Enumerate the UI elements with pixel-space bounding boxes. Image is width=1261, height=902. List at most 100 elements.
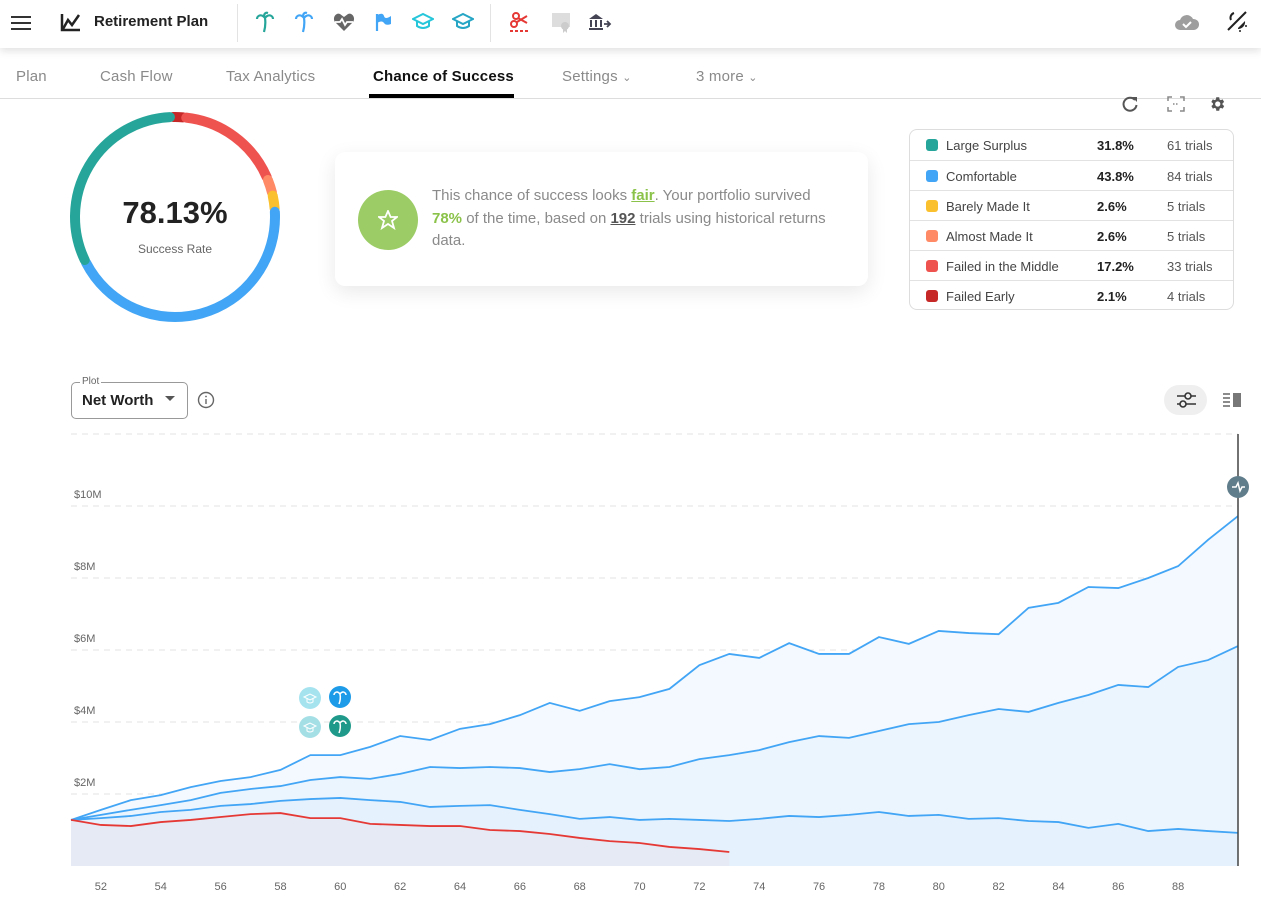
y-tick-label: $10M [74,489,102,501]
x-tick-label: 62 [394,881,406,893]
x-tick-label: 84 [1052,881,1064,893]
color-swatch [926,290,938,302]
graduation-cap-icon[interactable] [299,716,321,738]
x-tick-label: 68 [574,881,586,893]
outcome-name: Barely Made It [946,199,1030,214]
outcome-name: Large Surplus [946,138,1027,153]
tab-plan[interactable]: Plan [16,68,47,85]
x-tick-label: 76 [813,881,825,893]
x-tick-label: 70 [633,881,645,893]
color-swatch [926,260,938,272]
tab-more[interactable]: 3 more ⌄ [696,68,758,85]
graduation-cap-icon[interactable] [411,10,435,34]
outcome-name: Comfortable [946,169,1017,184]
x-tick-label: 58 [274,881,286,893]
fullscreen-icon[interactable] [1166,94,1186,114]
plot-select-value: Net Worth [82,392,154,409]
palm-tree-icon[interactable] [293,10,315,34]
cloud-check-icon[interactable] [1174,10,1200,34]
x-tick-label: 74 [753,881,765,893]
tab-settings[interactable]: Settings ⌄ [562,68,632,85]
donut-segment [181,112,272,183]
color-swatch [926,170,938,182]
heartbeat-icon[interactable] [1227,476,1249,498]
chevron-down-icon: ⌄ [748,72,758,84]
y-tick-label: $2M [74,777,95,789]
tab-tax-analytics[interactable]: Tax Analytics [226,68,315,85]
color-swatch [926,139,938,151]
chart-logo-icon [59,11,83,33]
outcome-trials: 61 trials [1167,138,1213,153]
y-tick-label: $8M [74,561,95,573]
outcome-name: Failed Early [946,289,1015,304]
tab-settings-label: Settings [562,68,618,85]
plot-select-label: Plot [80,376,102,387]
info-icon[interactable] [196,390,216,410]
outcome-name: Almost Made It [946,229,1033,244]
chevron-down-icon: ⌄ [622,72,632,84]
legend-panel-icon[interactable] [1221,389,1243,411]
x-tick-label: 64 [454,881,466,893]
theme-toggle-icon[interactable] [1224,8,1250,34]
survival-percent: 78% [432,209,463,227]
outcome-row: Failed Early 2.1% 4 trials [910,280,1233,309]
tab-chance-of-success[interactable]: Chance of Success [373,68,514,85]
trial-count-link[interactable]: 192 [610,210,635,227]
chart-options-button[interactable] [1164,385,1207,415]
caret-down-icon [165,396,175,401]
x-tick-label: 54 [155,881,167,893]
x-tick-label: 86 [1112,881,1124,893]
y-tick-label: $4M [74,705,95,717]
outcome-row: Almost Made It 2.6% 5 trials [910,220,1233,250]
active-tab-indicator [369,94,514,98]
certificate-icon[interactable] [549,10,573,34]
star-badge-icon [358,190,418,250]
outcome-percent: 43.8% [1097,169,1134,184]
tab-bar: Plan Cash Flow Tax Analytics Chance of S… [0,48,1261,99]
refresh-icon[interactable] [1120,94,1140,114]
outcome-percent: 2.6% [1097,199,1127,214]
x-tick-label: 72 [693,881,705,893]
outcome-trials: 5 trials [1167,199,1206,214]
outcome-trials: 5 trials [1167,229,1206,244]
app-title: Retirement Plan [94,13,209,30]
plot-select[interactable]: Plot Net Worth [71,376,188,419]
x-tick-label: 88 [1172,881,1184,893]
scissors-icon[interactable] [508,10,532,34]
flag-icon[interactable] [372,10,394,34]
outcome-row: Large Surplus 31.8% 61 trials [910,130,1233,160]
palm-tree-icon[interactable] [254,10,276,34]
net-worth-chart: $2M $4M $6M $8M $10M 52 54 56 58 60 62 64 66 68 70 72 74… [70,433,1249,893]
graduation-cap-icon[interactable] [299,687,321,709]
color-swatch [926,230,938,242]
success-rate-label: Success Rate [137,242,213,256]
x-tick-label: 82 [992,881,1004,893]
outcome-table: Large Surplus 31.8% 61 trials Comfortable 43… [909,129,1234,310]
outcome-row: Comfortable 43.8% 84 trials [910,160,1233,190]
color-swatch [926,200,938,212]
y-tick-label: $6M [74,633,95,645]
graduation-cap-icon[interactable] [451,10,475,34]
donut-segment [70,112,175,265]
outcome-percent: 2.1% [1097,289,1127,304]
tab-cash-flow[interactable]: Cash Flow [100,68,173,85]
bank-transfer-icon[interactable] [588,10,612,34]
outcome-row: Failed in the Middle 17.2% 33 trials [910,250,1233,280]
outcome-row: Barely Made It 2.6% 5 trials [910,190,1233,220]
outcome-percent: 17.2% [1097,259,1134,274]
donut-segment [262,175,277,198]
outcome-name: Failed in the Middle [946,259,1059,274]
x-tick-label: 66 [514,881,526,893]
x-tick-label: 80 [933,881,945,893]
heartbeat-icon[interactable] [332,10,356,34]
rating: fair [631,187,655,204]
gear-icon[interactable] [1207,94,1227,114]
success-rate-value: 78.13% [122,195,228,230]
success-summary-card: This chance of success looks fair. Your … [335,152,868,286]
x-tick-label: 78 [873,881,885,893]
outcome-trials: 4 trials [1167,289,1206,304]
x-tick-label: 56 [214,881,226,893]
menu-icon[interactable] [10,12,32,34]
top-app-bar: Retirement Plan [0,0,1261,48]
outcome-trials: 84 trials [1167,169,1213,184]
